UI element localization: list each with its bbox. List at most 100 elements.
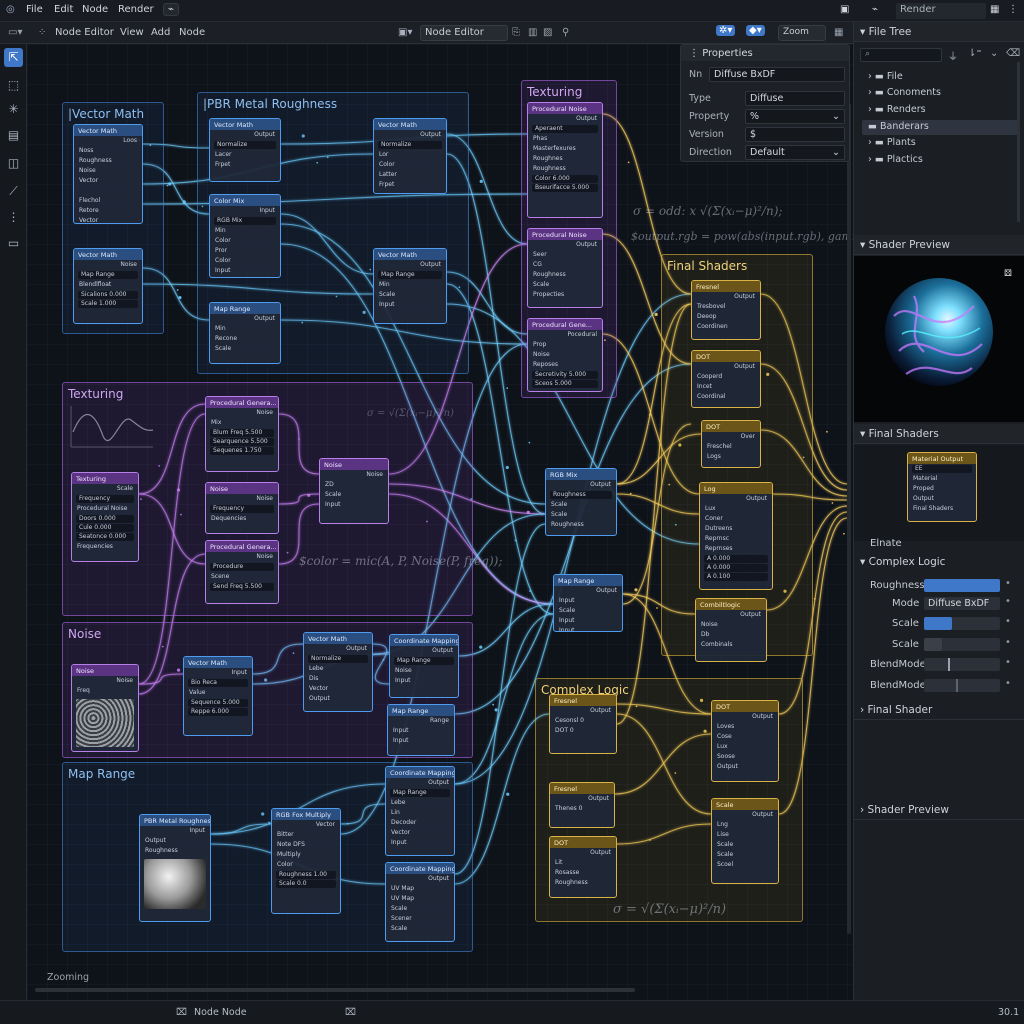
file-tree-header[interactable]: ▾ File Tree — [854, 22, 1024, 42]
node-field[interactable]: A 0.000 — [704, 555, 768, 563]
node-field[interactable]: Doors 0.000 — [76, 515, 134, 523]
node-title[interactable]: Procedural Noise — [528, 103, 602, 114]
node-fs5[interactable]: Combiltlogic Output Noise Db Combinals — [695, 598, 767, 662]
node-tx2[interactable]: Procedural Genera... Noise Mix Blum Freq 5.… — [205, 396, 279, 472]
node-title[interactable]: DOT — [550, 837, 616, 848]
shader-preview-2-header[interactable]: › Shader Preview — [854, 800, 1024, 820]
node-field[interactable]: Sequence 5.000 — [188, 699, 248, 707]
node-cl3[interactable]: DOT Output Lit Rosasse Roughness — [549, 836, 617, 898]
node-field[interactable]: Map Range — [390, 789, 450, 797]
select-tool-icon[interactable]: ⇱ — [4, 48, 23, 67]
node-tx1[interactable]: Texturing Scale Frequency Procedural Noise D… — [71, 472, 139, 562]
node-title[interactable]: DOT — [702, 421, 760, 432]
node-title[interactable]: Fresnel — [550, 783, 614, 794]
node-field[interactable]: Scale 1.000 — [78, 300, 138, 308]
node-title[interactable]: Noise — [72, 665, 138, 676]
menu-add[interactable]: Add — [151, 27, 170, 38]
node-field[interactable]: Frequency — [76, 495, 134, 503]
node-pb1[interactable]: Vector Math Output Normalize Lacer Frpet — [209, 118, 281, 182]
paste-icon[interactable]: ▥ — [528, 27, 537, 38]
node-title[interactable]: RGB Mix — [546, 469, 616, 480]
node-mp1[interactable]: PBR Metal Roughness Input Output Roughness — [139, 814, 211, 922]
node-vm1[interactable]: Vector Math Loos Noss Roughness Noise Vector F… — [73, 124, 143, 224]
node-field[interactable]: Frequency — [210, 505, 274, 513]
blendmode-slider-2[interactable] — [924, 679, 1000, 692]
node-mc1[interactable]: RGB Mix Output Roughness Scale Scale Roughnes… — [545, 468, 617, 536]
node-title[interactable]: Coordinate Mapping — [386, 767, 454, 778]
final-shaders-panel-header[interactable]: ▾ Final Shaders — [854, 424, 1024, 444]
node-tx5[interactable]: Procedural Genera... Noise Procedure Scene S… — [205, 540, 279, 604]
node-tt1[interactable]: Procedural Noise Output Aperaent Phas Master… — [527, 102, 603, 218]
scale-slider-2[interactable] — [924, 638, 1000, 651]
node-title[interactable]: Coordinate Mapping — [390, 635, 458, 646]
trash-icon[interactable]: ⌫ — [1006, 48, 1020, 59]
node-field[interactable]: Reppe 6.000 — [188, 708, 248, 716]
node-title[interactable]: Texturing — [72, 473, 138, 484]
node-field[interactable]: Blum Freq 5.500 — [210, 429, 274, 437]
image-icon[interactable]: ▨ — [543, 27, 552, 38]
node-cl4[interactable]: DOT Output Loves Cose Lux Soose Output — [711, 700, 779, 782]
node-field[interactable]: Normalize — [378, 141, 442, 149]
blendmode-slider[interactable] — [924, 658, 1000, 671]
tree-item-renders[interactable]: › ▬ Renders — [862, 103, 1020, 118]
node-field[interactable]: Normalize — [308, 655, 368, 663]
node-nz1[interactable]: Noise Noise Freq — [71, 664, 139, 752]
sort-icon[interactable]: ⇂⁼ — [968, 48, 982, 59]
node-field[interactable]: Sceos 5.000 — [532, 380, 598, 388]
node-title[interactable]: Vector Math — [304, 633, 372, 644]
name-field[interactable]: Diffuse BxDF — [709, 67, 845, 82]
node-title[interactable]: DOT — [712, 701, 778, 712]
node-title[interactable]: Procedural Noise — [528, 229, 602, 240]
node-nz3[interactable]: Vector Math Output Normalize Lebe Dis Vector O… — [303, 632, 373, 712]
node-field[interactable]: Map Range — [78, 271, 138, 279]
node-cl2[interactable]: Fresnel Output Thenes 0 — [549, 782, 615, 828]
node-field[interactable]: Seatonce 0.000 — [76, 533, 134, 541]
node-title[interactable]: Color Mix — [210, 195, 280, 206]
shader-preview-header[interactable]: ▾ Shader Preview — [854, 235, 1024, 255]
sparkle-icon[interactable]: ✳ — [4, 100, 23, 119]
direction-dropdown[interactable]: Default ⌄ — [745, 145, 845, 160]
node-title[interactable]: Coordinate Mapping — [386, 863, 454, 874]
node-title[interactable]: Map Range — [388, 705, 454, 716]
node-field[interactable]: Roughness 1.00 — [276, 871, 336, 879]
window-layout-icon[interactable]: ▣ — [840, 4, 849, 15]
horizontal-scrollbar[interactable] — [35, 988, 635, 992]
node-field[interactable]: Normalize — [214, 141, 276, 149]
version-field[interactable]: $ — [745, 127, 845, 142]
dropdown-icon[interactable]: ⌄ — [990, 48, 998, 59]
node-field[interactable]: Color 6.000 — [532, 175, 598, 183]
node-title[interactable]: Scale — [712, 799, 778, 810]
render-field[interactable]: Render — [896, 3, 986, 19]
tree-search-input[interactable]: ⌕ — [860, 48, 942, 62]
node-tt3[interactable]: Procedural Gene... Pocedural Prop Noise Repo… — [527, 318, 603, 392]
menu-node-editor[interactable]: Node — [179, 27, 205, 38]
node-title[interactable]: Log — [700, 483, 772, 494]
menu-render[interactable]: Render — [118, 4, 154, 15]
node-field[interactable]: A 0.100 — [704, 573, 768, 581]
node-field[interactable]: A 0.000 — [704, 564, 768, 572]
tree-item-banderars[interactable]: ▬ Banderars — [862, 120, 1020, 135]
node-title[interactable]: PBR Metal Roughness — [140, 815, 210, 826]
node-field[interactable]: EE — [912, 465, 972, 473]
node-tx3[interactable]: Noise Noise Frequency Dequencies — [205, 482, 279, 534]
editor-type-label[interactable]: Node Editor — [55, 27, 114, 38]
node-title[interactable]: RGB Fox Multiply — [272, 809, 340, 820]
node-field[interactable]: Bio Reca — [188, 679, 248, 687]
zoom-dropdown[interactable]: Zoom — [778, 25, 826, 41]
node-field[interactable]: Sequenes 1.750 — [210, 447, 274, 455]
filter-icon[interactable]: ⏚ — [948, 48, 958, 63]
node-pb4[interactable]: Vector Math Output Map Range Min Scale Input — [373, 248, 447, 324]
node-field[interactable]: Map Range — [378, 271, 442, 279]
node-title[interactable]: Vector Math — [74, 125, 142, 136]
node-material-output[interactable]: Material Output EE Material Proped Output Fin… — [907, 452, 977, 522]
node-fs3[interactable]: DOT Over Freschel Logs — [701, 420, 761, 468]
node-field[interactable]: Secretivity 5.000 — [532, 371, 598, 379]
node-title[interactable]: Procedural Genera... — [206, 541, 278, 552]
node-field[interactable]: Scale 0.0 — [276, 880, 336, 888]
node-title[interactable]: Combiltlogic — [696, 599, 766, 610]
overlay-toggle-icon[interactable]: ✲▾ — [716, 25, 736, 36]
node-title[interactable]: Vector Math — [210, 119, 280, 130]
node-pb2[interactable]: Vector Math Output Normalize Lor Color Latter… — [373, 118, 447, 194]
node-editor-canvas[interactable]: |Vector Math |PBR Metal Roughness Textur… — [27, 44, 853, 1000]
node-title[interactable]: Procedural Gene... — [528, 319, 602, 330]
